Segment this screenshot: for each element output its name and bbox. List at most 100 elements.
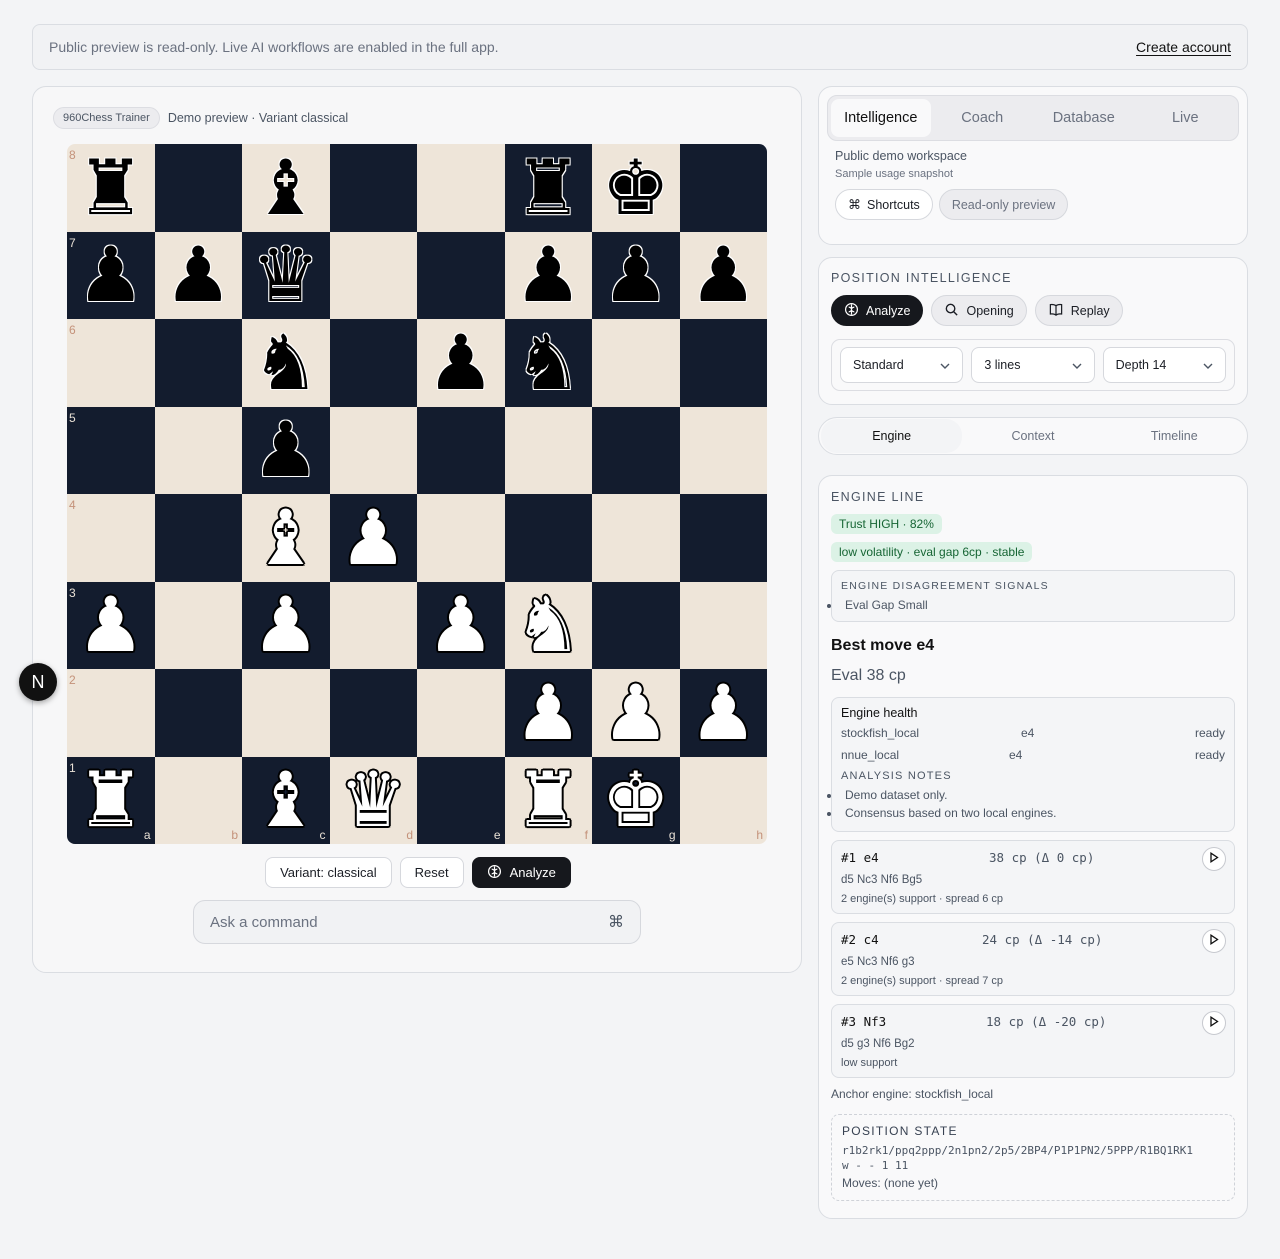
black-pawn-icon[interactable]: ♟ [427,324,495,401]
square-d1[interactable]: d ♛ [329,756,417,844]
square-b2[interactable] [154,669,242,757]
square-h8[interactable] [679,144,767,232]
square-h6[interactable] [679,319,767,407]
white-pawn-icon[interactable]: ♟ [689,674,757,751]
square-f1[interactable]: f ♜ [504,756,592,844]
tab-database[interactable]: Database [1034,99,1134,137]
play-line-button[interactable] [1202,1011,1226,1035]
square-e5[interactable] [417,406,505,494]
white-queen-icon[interactable]: ♛ [339,762,407,838]
square-f7[interactable]: ♟ [504,231,592,319]
square-h4[interactable] [679,494,767,582]
square-g1[interactable]: g ♚ [592,756,680,844]
square-d3[interactable] [329,581,417,669]
square-a8[interactable]: 8 ♜ [67,144,155,232]
tab-engine[interactable]: Engine [821,419,963,453]
black-bishop-icon[interactable]: ♝ [252,149,320,226]
white-bishop-icon[interactable]: ♝ [252,499,320,576]
variant-button[interactable]: Variant: classical [265,857,392,888]
square-h2[interactable]: ♟ [679,669,767,757]
square-e2[interactable] [417,669,505,757]
white-knight-icon[interactable]: ♞ [514,587,582,663]
square-a2[interactable]: 2 [67,669,155,757]
square-e4[interactable] [417,494,505,582]
square-b6[interactable] [154,319,242,407]
replay-button[interactable]: Replay [1034,295,1123,326]
tab-intelligence[interactable]: Intelligence [831,99,931,137]
black-pawn-icon[interactable]: ♟ [164,237,232,313]
square-a6[interactable]: 6 [67,319,155,407]
black-rook-icon[interactable]: ♜ [77,149,145,226]
square-a3[interactable]: 3 ♟ [67,581,155,669]
square-g7[interactable]: ♟ [592,231,680,319]
square-f4[interactable] [504,494,592,582]
play-line-button[interactable] [1202,929,1226,953]
readonly-preview-button[interactable]: Read-only preview [938,189,1069,220]
square-h7[interactable]: ♟ [679,231,767,319]
reset-button[interactable]: Reset [399,857,464,888]
square-c2[interactable] [242,669,330,757]
candidate-line[interactable]: #3 Nf3 18 cp (Δ -20 cp) d5 g3 Nf6 Bg2 lo… [831,1004,1235,1078]
square-c1[interactable]: c ♝ [242,756,330,844]
black-pawn-icon[interactable]: ♟ [689,237,757,313]
square-b8[interactable] [154,144,242,232]
square-d4[interactable]: ♟ [329,494,417,582]
white-pawn-icon[interactable]: ♟ [77,587,145,663]
mode-select[interactable]: Standard [840,347,964,383]
square-g5[interactable] [592,406,680,494]
white-pawn-icon[interactable]: ♟ [602,674,670,751]
chess-board[interactable]: 8 ♜ ♝ ♜ ♚ 7 ♟ ♟ ♛ ♟ ♟ ♟ 6 ♞ ♟ ♞ 5 ♟ 4 ♝ ♟ 3 ♟ ♟ ♟ ♞ 2 ♟ ♟ ♟ 1 a ♜ b c ♝ d ♛ e f… [67,144,767,844]
opening-button[interactable]: Opening [931,295,1027,326]
square-c7[interactable]: ♛ [242,231,330,319]
tab-timeline[interactable]: Timeline [1104,419,1245,453]
tab-live[interactable]: Live [1136,99,1236,137]
white-pawn-icon[interactable]: ♟ [427,587,495,663]
white-pawn-icon[interactable]: ♟ [339,499,407,576]
ask-command-input[interactable]: Ask a command ⌘ [193,900,641,944]
square-c5[interactable]: ♟ [242,406,330,494]
square-d7[interactable] [329,231,417,319]
square-d6[interactable] [329,319,417,407]
black-knight-icon[interactable]: ♞ [252,324,320,401]
square-e3[interactable]: ♟ [417,581,505,669]
white-bishop-icon[interactable]: ♝ [252,762,320,838]
square-b4[interactable] [154,494,242,582]
square-e7[interactable] [417,231,505,319]
square-b3[interactable] [154,581,242,669]
square-b5[interactable] [154,406,242,494]
square-g2[interactable]: ♟ [592,669,680,757]
create-account-link[interactable]: Create account [1136,39,1231,55]
shortcuts-button[interactable]: ⌘ Shortcuts [835,189,933,220]
square-g8[interactable]: ♚ [592,144,680,232]
square-a5[interactable]: 5 [67,406,155,494]
candidate-line[interactable]: #2 c4 24 cp (Δ -14 cp) e5 Nc3 Nf6 g3 2 e… [831,922,1235,996]
play-line-button[interactable] [1202,847,1226,871]
square-b1[interactable]: b [154,756,242,844]
white-pawn-icon[interactable]: ♟ [252,587,320,663]
square-e1[interactable]: e [417,756,505,844]
white-pawn-icon[interactable]: ♟ [514,674,582,751]
candidate-line[interactable]: #1 e4 38 cp (Δ 0 cp) d5 Nc3 Nf6 Bg5 2 en… [831,840,1235,914]
square-c8[interactable]: ♝ [242,144,330,232]
white-rook-icon[interactable]: ♜ [77,762,145,838]
square-f6[interactable]: ♞ [504,319,592,407]
black-pawn-icon[interactable]: ♟ [252,412,320,488]
n-badge-button[interactable]: N [19,663,57,701]
square-e6[interactable]: ♟ [417,319,505,407]
square-c4[interactable]: ♝ [242,494,330,582]
square-c6[interactable]: ♞ [242,319,330,407]
square-g4[interactable] [592,494,680,582]
square-d8[interactable] [329,144,417,232]
white-rook-icon[interactable]: ♜ [514,762,582,838]
square-c3[interactable]: ♟ [242,581,330,669]
black-pawn-icon[interactable]: ♟ [77,237,145,313]
square-d5[interactable] [329,406,417,494]
black-pawn-icon[interactable]: ♟ [514,237,582,313]
square-f8[interactable]: ♜ [504,144,592,232]
black-pawn-icon[interactable]: ♟ [602,237,670,313]
lines-select[interactable]: 3 lines [971,347,1095,383]
square-b7[interactable]: ♟ [154,231,242,319]
black-knight-icon[interactable]: ♞ [514,324,582,401]
square-f3[interactable]: ♞ [504,581,592,669]
analyze-board-button[interactable]: Analyze [471,857,571,888]
